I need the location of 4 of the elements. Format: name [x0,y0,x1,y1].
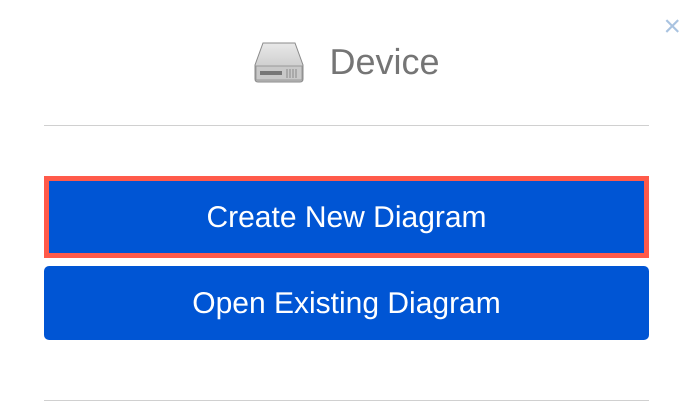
diagram-button[interactable]: Open Existing Diagram [44,266,649,340]
dialog-title: Device [329,40,440,84]
diagram-button[interactable]: Create New Diagram [44,176,649,258]
hard-drive-icon [253,40,306,82]
